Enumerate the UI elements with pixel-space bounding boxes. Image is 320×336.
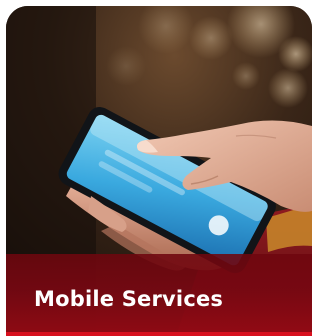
card-title: Mobile Services	[34, 287, 224, 311]
mobile-services-card[interactable]: Mobile Services	[6, 6, 312, 336]
accent-edge	[6, 332, 312, 336]
